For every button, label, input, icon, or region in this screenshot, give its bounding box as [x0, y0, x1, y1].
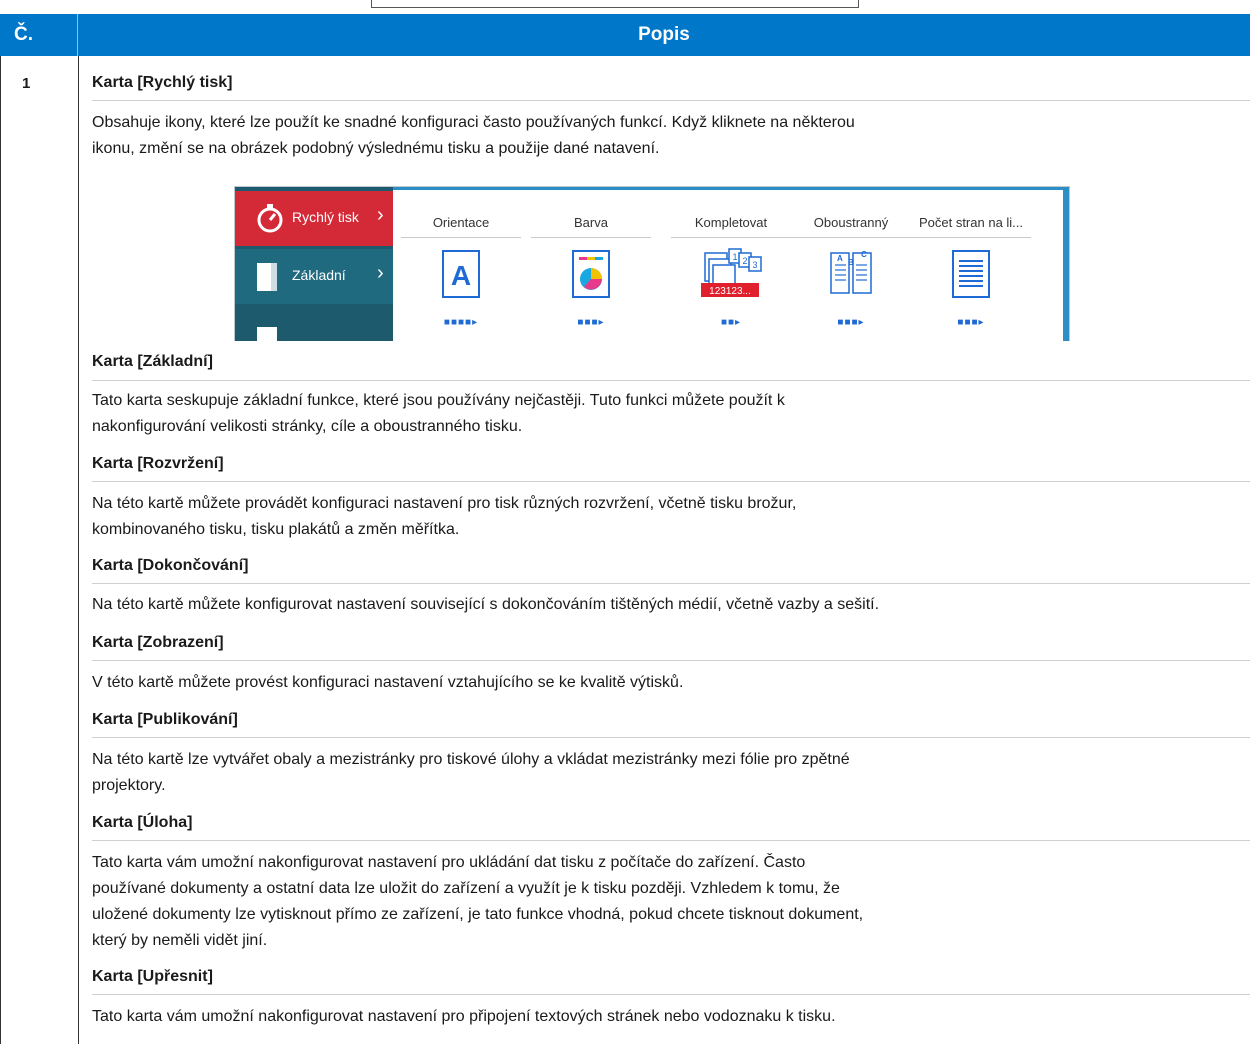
section-text: nakonfigurování velikosti stránky, cíle … — [92, 418, 523, 435]
section-heading: Karta [Úloha] — [92, 814, 193, 831]
svg-text:1: 1 — [732, 252, 737, 262]
section-text: Tato karta vám umožní nakonfigurovat nas… — [92, 1008, 836, 1025]
option-label: Orientace — [432, 215, 490, 230]
sidebar-item-label: Rychlý tisk — [292, 209, 359, 225]
stopwatch-icon — [257, 204, 283, 233]
sidebar: Rychlý tisk › Základní › — [235, 187, 393, 341]
section-text: Na této kartě můžete konfigurovat nastav… — [92, 596, 880, 613]
more-options-indicator: ■■▸ — [720, 317, 742, 328]
pages-per-sheet-icon — [952, 250, 990, 298]
option-label: Počet stran na li... — [918, 215, 1024, 230]
section-heading: Karta [Rychlý tisk] — [92, 74, 233, 91]
heading-rule — [92, 994, 1250, 995]
chevron-right-icon: › — [377, 204, 384, 226]
sidebar-item-label: Základní — [292, 267, 346, 283]
section-heading: Karta [Základní] — [92, 353, 213, 370]
section-text: Na této kartě lze vytvářet obaly a mezis… — [92, 751, 850, 768]
heading-rule — [92, 481, 1250, 482]
section-text: kombinovaného tisku, tisku plakátů a změ… — [92, 521, 460, 538]
orientation-a-icon: A — [442, 250, 480, 298]
option-label: Oboustranný — [813, 215, 889, 230]
heading-rule — [92, 380, 1250, 381]
header-number: Č. — [0, 14, 78, 56]
svg-text:123123...: 123123... — [709, 286, 751, 297]
section-text: Tato karta seskupuje základní funkce, kt… — [92, 392, 785, 409]
more-options-indicator: ■■■■▸ — [443, 317, 479, 328]
sidebar-item-quick-print[interactable]: Rychlý tisk › — [235, 191, 393, 246]
page-icon — [257, 263, 277, 291]
heading-rule — [92, 100, 1250, 101]
collate-pages-icon: 1 2 3 123123... — [701, 248, 762, 297]
color-pie-icon — [572, 250, 610, 298]
section-text: uložené dokumenty lze vytisknout přímo z… — [92, 906, 864, 923]
option-collate[interactable]: Kompletovat 1 2 3 123123... ■■▸ — [671, 187, 791, 341]
sidebar-item-next[interactable] — [235, 309, 393, 341]
option-orientation[interactable]: Orientace A ■■■■▸ — [401, 187, 521, 341]
more-options-indicator: ■■■▸ — [577, 317, 605, 328]
option-duplex[interactable]: Oboustranný A B C ■■■▸ — [791, 187, 911, 341]
section-heading: Karta [Upřesnit] — [92, 968, 213, 985]
heading-rule — [92, 737, 1250, 738]
section-text: projektory. — [92, 777, 166, 794]
option-color[interactable]: Barva ■■■▸ — [531, 187, 651, 341]
heading-rule — [92, 583, 1250, 584]
more-options-indicator: ■■■▸ — [837, 317, 865, 328]
page-icon — [257, 327, 277, 341]
divider — [911, 237, 1031, 238]
chevron-right-icon: › — [377, 262, 384, 284]
table-border-left — [0, 56, 1, 1044]
table-header: Č. Popis — [0, 14, 1250, 56]
svg-text:B: B — [848, 258, 854, 267]
section-heading: Karta [Publikování] — [92, 711, 238, 728]
section-text: používané dokumenty a ostatní data lze u… — [92, 880, 840, 897]
heading-rule — [92, 840, 1250, 841]
more-options-indicator: ■■■▸ — [957, 317, 985, 328]
section-text: ikonu, změní se na obrázek podobný výsle… — [92, 140, 660, 157]
section-heading: Karta [Zobrazení] — [92, 634, 224, 651]
divider — [791, 237, 911, 238]
heading-rule — [92, 660, 1250, 661]
option-label: Kompletovat — [694, 215, 768, 230]
duplex-book-icon: A B C — [830, 250, 872, 294]
option-pages-per-sheet[interactable]: Počet stran na li... ■■■▸ — [911, 187, 1031, 341]
header-description: Popis — [638, 24, 690, 45]
svg-text:C: C — [861, 250, 867, 259]
svg-text:A: A — [837, 254, 843, 263]
row-number: 1 — [22, 75, 31, 92]
section-text: který by neměli vidět jiní. — [92, 932, 268, 949]
sidebar-item-basic[interactable]: Základní › — [235, 249, 393, 304]
divider — [401, 237, 521, 238]
section-text: Na této kartě můžete provádět konfigurac… — [92, 495, 797, 512]
section-text: V této kartě můžete provést konfiguraci … — [92, 674, 684, 691]
svg-text:2: 2 — [742, 256, 747, 266]
section-heading: Karta [Dokončování] — [92, 557, 249, 574]
table-divider — [78, 56, 79, 1044]
option-label: Barva — [574, 215, 608, 230]
window-right-edge — [1063, 187, 1069, 341]
svg-text:3: 3 — [752, 260, 757, 270]
section-heading: Karta [Rozvržení] — [92, 455, 224, 472]
quick-print-screenshot: Rychlý tisk › Základní › Orientace A ■■■… — [234, 186, 1070, 341]
section-text: Obsahuje ikony, které lze použít ke snad… — [92, 114, 855, 131]
top-frame — [371, 0, 859, 8]
divider — [531, 237, 651, 238]
svg-text:A: A — [451, 260, 471, 291]
section-text: Tato karta vám umožní nakonfigurovat nas… — [92, 854, 806, 871]
divider — [671, 237, 791, 238]
